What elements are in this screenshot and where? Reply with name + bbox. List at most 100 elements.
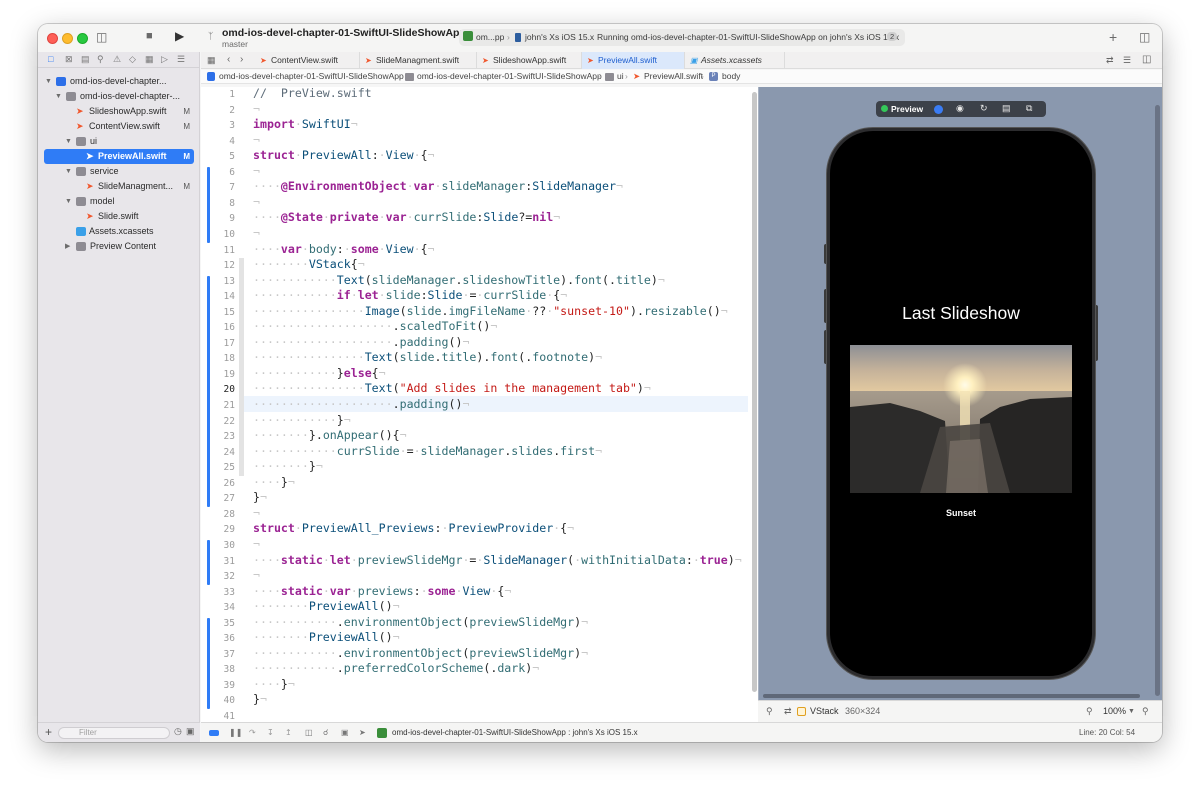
editor-scrollbar[interactable] [752,92,757,692]
code-line[interactable]: ················Text(slide.title).font(.… [253,350,602,366]
code-line[interactable]: ············.preferredColorScheme(.dark)… [253,661,539,677]
disclosure-open-icon[interactable]: ▼ [65,134,72,149]
tree-item-preview-content[interactable]: ▶ Preview Content [44,239,194,254]
line-number[interactable]: 20 [211,384,235,395]
breadcrumb-file[interactable]: PreviewAll.swift [644,71,703,81]
line-number[interactable]: 18 [211,353,235,364]
code-line[interactable]: ················Image(slide.imgFileName·… [253,304,728,320]
tree-item-ui[interactable]: ▼ ui [44,134,194,149]
line-number[interactable]: 8 [211,198,235,209]
code-line[interactable]: struct·PreviewAll:·View·{¬ [253,148,435,164]
code-line[interactable]: ············Text(slideManager.slideshowT… [253,273,665,289]
adjust-icon[interactable]: ⇄ [784,706,792,717]
line-number[interactable]: 32 [211,571,235,582]
code-line[interactable]: ············}¬ [253,413,351,429]
activity-status[interactable]: om...pp › john's Xs iOS 15.x Running omd… [459,29,905,46]
split-editor-icon[interactable]: ◫ [1142,54,1151,65]
code-line[interactable]: ········PreviewAll()¬ [253,630,400,646]
preview-mode-label[interactable]: Preview [891,104,923,114]
line-number[interactable]: 33 [211,587,235,598]
find-icon[interactable]: ⚲ [97,54,104,65]
code-line[interactable]: ········VStack{¬ [253,257,365,273]
code-line[interactable]: ¬ [253,133,260,149]
breadcrumb-group[interactable]: omd-ios-devel-chapter-01-SwiftUI-SlideSh… [417,71,602,81]
stop-icon[interactable]: ■ [146,31,153,42]
pin-icon[interactable]: ⚲ [766,706,773,717]
code-line[interactable]: struct·PreviewAll_Previews:·PreviewProvi… [253,521,574,537]
line-number[interactable]: 34 [211,602,235,613]
filter-input[interactable]: Filter [58,727,170,739]
line-number[interactable]: 21 [211,400,235,411]
report-icon[interactable]: ☰ [177,54,185,65]
canvas-vertical-scrollbar[interactable] [1155,105,1160,696]
zoom-level[interactable]: 100% [1103,706,1126,716]
step-over-icon[interactable]: ↷ [249,728,256,737]
code-line[interactable]: ················Text("Add slides in the … [253,381,651,397]
breakpoint-icon[interactable]: ▷ [161,54,168,65]
recent-files-icon[interactable]: ◷ [174,726,182,737]
code-line[interactable]: ············}else{¬ [253,366,386,382]
code-line[interactable]: ····}¬ [253,677,295,693]
status-count-badge[interactable]: 2 [887,32,898,41]
tree-item-slideshowapp[interactable]: ➤ SlideshowApp.swift M [44,104,194,119]
code-line[interactable]: ········}¬ [253,459,323,475]
line-number[interactable]: 35 [211,618,235,629]
line-number[interactable]: 11 [211,245,235,256]
code-line[interactable]: ····}¬ [253,475,295,491]
line-number[interactable]: 26 [211,478,235,489]
code-line[interactable]: ¬ [253,102,260,118]
line-number[interactable]: 23 [211,431,235,442]
code-line[interactable]: ············currSlide·=·slideManager.sli… [253,444,602,460]
code-line[interactable]: ¬ [253,506,260,522]
code-line[interactable]: ····@State·private·var·currSlide:Slide?=… [253,210,560,226]
line-number[interactable]: 12 [211,260,235,271]
tab-slidemanagment[interactable]: ➤ SlideManagment.swift [360,52,477,69]
tab-assets[interactable]: ▣ Assets.xcassets [685,52,785,69]
code-line[interactable]: ····@EnvironmentObject·var·slideManager:… [253,179,623,195]
change-indicator[interactable] [207,617,210,709]
tree-item-assets[interactable]: Assets.xcassets [44,224,194,239]
code-line[interactable]: ············if·let·slide:Slide·=·currSli… [253,288,567,304]
line-number[interactable]: 36 [211,633,235,644]
code-line[interactable]: ········}.onAppear(){¬ [253,428,407,444]
line-number[interactable]: 2 [211,105,235,116]
code-line[interactable]: ····················.padding()¬ [253,335,469,351]
line-number[interactable]: 28 [211,509,235,520]
tree-item-slidemanagment[interactable]: ➤ SlideManagment... M [44,179,194,194]
source-editor[interactable]: 1 2 3 4 5 6 7 8 9 10 11 12 13 14 15 16 17 18 19 20 21 22 23 24 2… [201,87,758,722]
source-control-filter-icon[interactable]: ▣ [186,726,195,737]
forward-icon[interactable]: › [240,54,243,65]
line-number[interactable]: 31 [211,556,235,567]
breadcrumb-folder[interactable]: ui [617,71,624,81]
line-number[interactable]: 29 [211,524,235,535]
line-number[interactable]: 3 [211,120,235,131]
close-window-button[interactable] [47,33,58,44]
tree-item-service[interactable]: ▼ service [44,164,194,179]
line-number[interactable]: 1 [211,89,235,100]
swap-icon[interactable]: ⇄ [1106,55,1114,66]
test-icon[interactable]: ◇ [129,54,136,65]
line-number[interactable]: 7 [211,182,235,193]
line-number[interactable]: 4 [211,136,235,147]
tree-item-previewall[interactable]: ➤ PreviewAll.swift M [44,149,194,164]
chevron-down-icon[interactable]: ▼ [1128,708,1135,715]
code-line[interactable]: // PreView.swift [253,87,372,102]
line-number[interactable]: 6 [211,167,235,178]
code-line[interactable]: ¬ [253,537,260,553]
canvas-horizontal-scrollbar[interactable] [763,694,1140,698]
breadcrumb-project[interactable]: omd-ios-devel-chapter-01-SwiftUI-SlideSh… [219,71,404,81]
tree-item-model[interactable]: ▼ model [44,194,194,209]
disclosure-open-icon[interactable]: ▼ [65,194,72,209]
zoom-in-icon[interactable]: ⚲ [1142,706,1149,717]
run-icon[interactable]: ▶ [175,30,184,42]
change-indicator[interactable] [207,166,210,243]
line-number[interactable]: 24 [211,447,235,458]
line-number[interactable]: 17 [211,338,235,349]
code-line[interactable]: ¬ [253,226,260,242]
line-number[interactable]: 27 [211,493,235,504]
minimize-window-button[interactable] [62,33,73,44]
disclosure-open-icon[interactable]: ▼ [55,89,62,104]
code-line[interactable]: ····static·var·previews:·some·View·{¬ [253,584,511,600]
code-area[interactable]: // PreView.swift ¬ import·SwiftUI¬ ¬ struct·… [253,87,748,709]
tab-slideshowapp[interactable]: ➤ SlideshowApp.swift [477,52,582,69]
